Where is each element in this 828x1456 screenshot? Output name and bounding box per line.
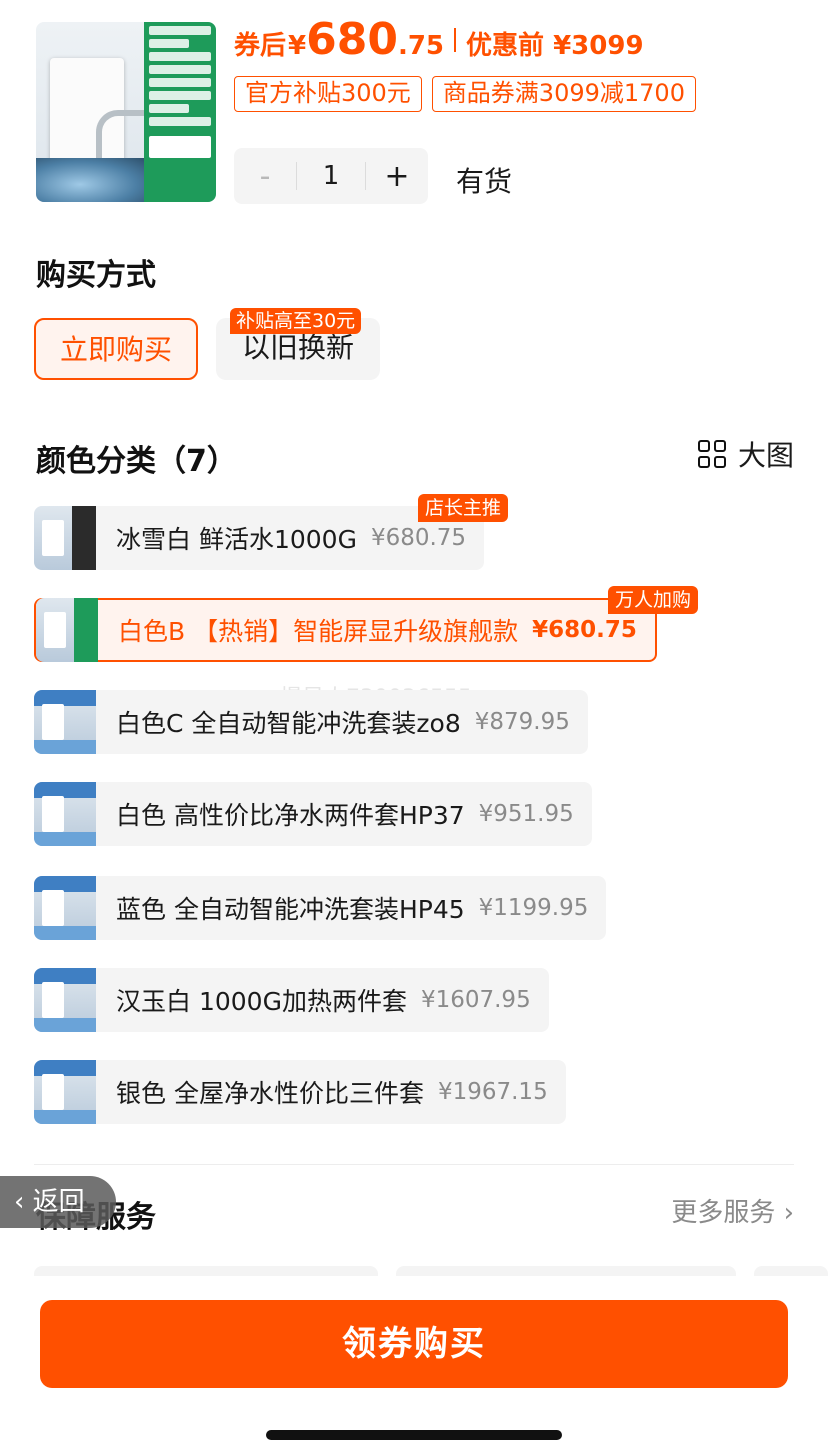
service-card xyxy=(34,1266,378,1276)
variant-name: 银色 全屋净水性价比三件套 xyxy=(116,1079,424,1108)
big-view-toggle[interactable]: 大图 xyxy=(697,434,794,474)
variant-price: ¥951.95 xyxy=(478,801,574,827)
price-prefix: 券后 xyxy=(234,31,287,61)
variant-option[interactable]: 蓝色 全自动智能冲洗套装HP45 ¥1199.95 xyxy=(34,876,607,940)
variant-name: 白色C 全自动智能冲洗套装zo8 xyxy=(116,709,461,738)
service-card xyxy=(754,1266,828,1276)
variant-name: 蓝色 全自动智能冲洗套装HP45 xyxy=(116,895,465,924)
subsidy-tag: 官方补贴300元 xyxy=(234,76,422,112)
variant-option-selected[interactable]: 白色B 【热销】智能屏显升级旗舰款 ¥680.75 xyxy=(34,598,657,662)
big-view-label: 大图 xyxy=(737,439,794,472)
variant-option[interactable]: 白色 高性价比净水两件套HP37 ¥951.95 xyxy=(34,782,592,846)
more-services-link[interactable]: 更多服务 › xyxy=(671,1192,794,1229)
grid-icon xyxy=(697,440,726,468)
variant-option[interactable]: 冰雪白 鲜活水1000G ¥680.75 xyxy=(34,506,485,570)
trade-in-subsidy-badge: 补贴高至30元 xyxy=(230,308,362,334)
purchase-method-title: 购买方式 xyxy=(36,258,156,293)
variant-name: 汉玉白 1000G加热两件套 xyxy=(116,987,407,1016)
variant-price: ¥680.75 xyxy=(532,617,637,643)
variant-option[interactable]: 银色 全屋净水性价比三件套 ¥1967.15 xyxy=(34,1060,566,1124)
variant-option[interactable]: 汉玉白 1000G加热两件套 ¥1607.95 xyxy=(34,968,549,1032)
variant-price: ¥1199.95 xyxy=(478,895,589,921)
variant-price: ¥680.75 xyxy=(370,525,467,551)
back-button[interactable]: ‹ 返回 xyxy=(0,1176,116,1228)
price-divider xyxy=(454,28,457,52)
original-price: 优惠前 ¥3099 xyxy=(466,31,644,61)
quantity-value[interactable]: 1 xyxy=(296,162,366,190)
variant-thumbnail xyxy=(34,968,96,1032)
variant-option[interactable]: 白色C 全自动智能冲洗套装zo8 ¥879.95 xyxy=(34,690,588,754)
coupon-tag: 商品券满3099减1700 xyxy=(431,76,696,112)
chevron-left-icon: ‹ xyxy=(14,1187,33,1217)
price-row: 券后 ¥ 680 .75 优惠前 ¥3099 xyxy=(234,18,644,62)
variant-name: 冰雪白 鲜活水1000G xyxy=(116,525,357,554)
increase-button[interactable]: + xyxy=(366,159,428,194)
home-indicator[interactable] xyxy=(266,1430,562,1440)
quantity-stepper: - 1 + xyxy=(234,148,428,204)
variant-thumbnail xyxy=(34,782,96,846)
back-label: 返回 xyxy=(32,1187,85,1217)
variant-thumbnail xyxy=(36,598,98,662)
variant-badge: 店长主推 xyxy=(418,494,509,522)
buy-now-option[interactable]: 立即购买 xyxy=(34,318,198,380)
price-symbol: ¥ xyxy=(288,31,307,61)
price-decimal: .75 xyxy=(397,31,445,61)
section-divider xyxy=(34,1164,794,1165)
variant-thumbnail xyxy=(34,876,96,940)
variant-badge: 万人加购 xyxy=(608,586,699,614)
product-thumbnail[interactable] xyxy=(36,22,216,202)
product-feature-panel xyxy=(144,22,216,202)
variant-thumbnail xyxy=(34,690,96,754)
coupon-buy-button[interactable]: 领券购买 xyxy=(40,1300,788,1388)
variant-price: ¥1967.15 xyxy=(437,1079,548,1105)
variant-name: 白色 高性价比净水两件套HP37 xyxy=(116,801,465,830)
variant-name: 白色B 【热销】智能屏显升级旗舰款 xyxy=(118,617,519,646)
decrease-button[interactable]: - xyxy=(234,159,296,194)
promo-tags: 官方补贴300元 商品券满3099减1700 xyxy=(234,76,696,112)
stock-status: 有货 xyxy=(456,165,513,198)
more-services-label: 更多服务 xyxy=(671,1198,776,1228)
color-category-title: 颜色分类（7） xyxy=(36,444,237,479)
chevron-right-icon: › xyxy=(783,1198,794,1228)
variant-price: ¥1607.95 xyxy=(420,987,531,1013)
variant-thumbnail xyxy=(34,506,96,570)
service-card xyxy=(396,1266,736,1276)
variant-thumbnail xyxy=(34,1060,96,1124)
water-splash-image xyxy=(36,158,146,202)
price-integer: 680 xyxy=(306,14,398,65)
variant-price: ¥879.95 xyxy=(474,709,570,735)
